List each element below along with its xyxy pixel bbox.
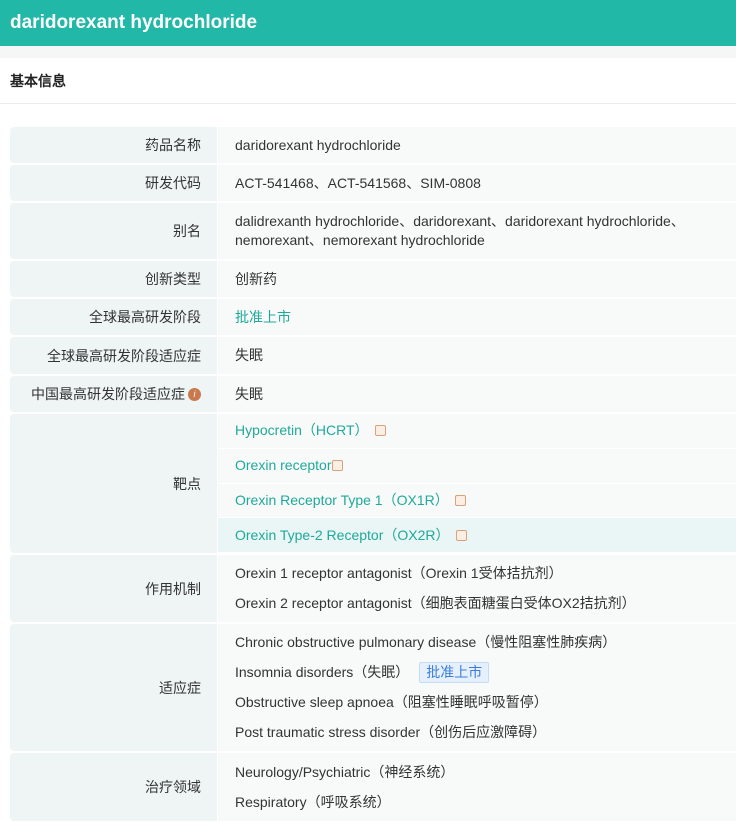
external-link-icon[interactable] [455, 529, 467, 541]
row-areas: 治疗领域 Neurology/Psychiatric（神经系统） Respira… [10, 753, 736, 821]
row-label: 别名 [10, 203, 217, 259]
row-indications: 适应症 Chronic obstructive pulmonary diseas… [10, 624, 736, 751]
indication-text: Insomnia disorders（失眠） [235, 664, 410, 680]
row-targets: 靶点 Hypocretin（HCRT） Orexin receptor Orex… [10, 414, 736, 553]
area-item: Neurology/Psychiatric（神经系统） [235, 763, 455, 780]
row-type: 创新类型 创新药 [10, 261, 736, 297]
row-name: 药品名称 daridorexant hydrochloride [10, 127, 736, 163]
external-link-icon[interactable] [454, 494, 466, 506]
target-link[interactable]: Orexin receptor [235, 456, 331, 475]
page-header: daridorexant hydrochloride [0, 0, 736, 46]
drug-title: daridorexant hydrochloride [10, 12, 258, 33]
target-link[interactable]: Orexin Type-2 Receptor（OX2R） [235, 526, 450, 545]
row-label: 中国最高研发阶段适应症 [31, 386, 185, 402]
indication-item: Obstructive sleep apnoea（阻塞性睡眠呼吸暂停） [235, 694, 548, 710]
target-item[interactable]: Orexin receptor [218, 449, 736, 484]
spacer [0, 46, 736, 58]
row-label: 靶点 [10, 414, 217, 553]
row-mechanism: 作用机制 Orexin 1 receptor antagonist（Orexin… [10, 555, 736, 622]
row-value: daridorexant hydrochloride [235, 136, 401, 153]
row-label: 全球最高研发阶段 [10, 299, 217, 335]
row-value: dalidrexanth hydrochloride、daridorexant、… [235, 213, 685, 248]
row-label: 药品名称 [10, 127, 217, 163]
indication-item: Chronic obstructive pulmonary disease（慢性… [235, 634, 617, 650]
row-label: 全球最高研发阶段适应症 [10, 337, 217, 374]
target-item[interactable]: Orexin Type-2 Receptor（OX2R） [218, 518, 736, 553]
indication-item: Insomnia disorders（失眠） 批准上市 [235, 658, 736, 688]
row-code: 研发代码 ACT-541468、ACT-541568、SIM-0808 [10, 165, 736, 201]
mechanism-item: Orexin 1 receptor antagonist（Orexin 1受体拮… [235, 565, 563, 581]
indication-item: Post traumatic stress disorder（创伤后应激障碍） [235, 724, 547, 740]
stage-link[interactable]: 批准上市 [235, 308, 736, 327]
external-link-icon[interactable] [374, 425, 386, 437]
info-table: 药品名称 daridorexant hydrochloride 研发代码 ACT-5… [10, 127, 736, 823]
row-stage: 全球最高研发阶段 批准上市 [10, 299, 736, 335]
row-label: 作用机制 [10, 555, 217, 622]
target-link[interactable]: Orexin Receptor Type 1（OX1R） [235, 491, 449, 510]
target-item[interactable]: Hypocretin（HCRT） [218, 414, 736, 449]
row-label: 治疗领域 [10, 753, 217, 821]
target-item[interactable]: Orexin Receptor Type 1（OX1R） [218, 484, 736, 519]
target-link[interactable]: Hypocretin（HCRT） [235, 421, 369, 440]
row-value: 失眠 [235, 385, 263, 402]
external-link-icon[interactable] [332, 460, 344, 472]
row-alias: 别名 dalidrexanth hydrochloride、daridorexan… [10, 203, 736, 259]
row-value: 创新药 [235, 270, 277, 287]
section-title: 基本信息 [0, 58, 736, 104]
row-label: 研发代码 [10, 165, 217, 201]
mechanism-item: Orexin 2 receptor antagonist（细胞表面糖蛋白受体OX… [235, 595, 636, 611]
area-item: Respiratory（呼吸系统） [235, 793, 391, 810]
row-stage-indication: 全球最高研发阶段适应症 失眠 [10, 337, 736, 374]
status-badge: 批准上市 [419, 662, 490, 683]
row-label: 创新类型 [10, 261, 217, 297]
info-icon[interactable]: i [188, 387, 201, 401]
row-value: ACT-541468、ACT-541568、SIM-0808 [235, 174, 481, 191]
row-cn-indication: 中国最高研发阶段适应症 i 失眠 [10, 376, 736, 412]
row-label: 适应症 [10, 624, 217, 751]
row-value: 失眠 [235, 347, 263, 363]
